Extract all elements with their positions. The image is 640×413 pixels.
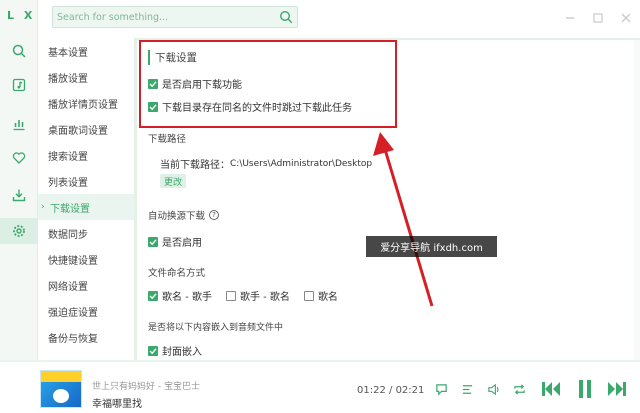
menu-item-desktop-lyric[interactable]: 桌面歌词设置 — [38, 116, 134, 142]
nav-settings[interactable] — [0, 218, 38, 244]
menu-item-download[interactable]: › 下载设置 — [38, 194, 134, 220]
menu-item-network[interactable]: 网络设置 — [38, 272, 134, 298]
watermark: 爱分享导航 ifxdh.com — [366, 236, 497, 257]
menu-item-search[interactable]: 搜索设置 — [38, 142, 134, 168]
download-path-row: 当前下载路径： C:\Users\Administrator\Desktop — [148, 156, 373, 172]
naming-option-1[interactable]: 歌名 - 歌手 — [162, 288, 212, 303]
window-controls — [556, 0, 640, 36]
close-button[interactable] — [612, 0, 640, 36]
chart-bars-icon — [13, 120, 25, 131]
nav-search[interactable] — [0, 38, 38, 64]
embed-title: 是否将以下内容嵌入到音频文件中 — [148, 323, 284, 333]
search-button[interactable] — [279, 10, 293, 27]
previous-button[interactable] — [540, 380, 562, 398]
player-bar: 世上只有妈妈好 - 宝宝巴士 幸福哪里找 01:22 / 02:21 — [0, 360, 640, 413]
annotation-arrow — [373, 132, 434, 307]
naming-option-1-checkbox[interactable] — [148, 290, 158, 301]
close-icon — [621, 13, 631, 23]
menu-item-backup[interactable]: 备份与恢复 — [38, 324, 134, 350]
menu-item-play-detail[interactable]: 播放详情页设置 — [38, 90, 134, 116]
song-name: 幸福哪里找 — [92, 399, 142, 410]
naming-option-3[interactable]: 歌名 — [318, 288, 338, 303]
menu-item-list[interactable]: 列表设置 — [38, 168, 134, 194]
check-icon — [149, 238, 157, 245]
naming-option-3-checkbox[interactable] — [303, 290, 314, 301]
song-title: 世上只有妈妈好 - 宝宝巴士 — [92, 382, 200, 392]
app-logo: L X — [7, 9, 36, 22]
nav-leaderboard[interactable] — [0, 111, 38, 137]
download-icon — [12, 189, 26, 202]
maximize-icon — [593, 13, 603, 23]
chevron-right-icon: › — [41, 202, 45, 212]
play-mode-button[interactable] — [510, 380, 528, 398]
menu-item-ocd[interactable]: 强迫症设置 — [38, 298, 134, 324]
content-scrollbar[interactable] — [634, 40, 640, 360]
gear-icon — [13, 225, 25, 237]
embed-cover-option[interactable]: 封面嵌入 — [148, 343, 202, 358]
search-icon — [279, 10, 293, 24]
lyric-icon — [462, 384, 472, 394]
auto-source-checkbox[interactable] — [148, 236, 158, 247]
next-icon — [608, 382, 626, 396]
volume-icon — [487, 383, 498, 395]
maximize-button[interactable] — [584, 0, 612, 36]
current-time: 01:22 — [357, 385, 386, 396]
repeat-icon — [513, 383, 525, 395]
lyric-button[interactable] — [458, 380, 476, 398]
help-icon[interactable]: ? — [209, 210, 220, 220]
previous-icon — [542, 382, 560, 396]
menu-divider — [134, 38, 137, 360]
search-box[interactable]: Search for something... — [52, 6, 298, 28]
search-icon — [12, 44, 26, 58]
left-nav-bar: L X — [0, 0, 38, 360]
change-path-button[interactable]: 更改 — [160, 174, 187, 188]
minimize-icon — [566, 17, 574, 19]
highlight-box — [139, 40, 397, 128]
naming-option-2[interactable]: 歌手 - 歌名 — [240, 288, 290, 303]
search-input[interactable]: Search for something... — [57, 12, 168, 23]
settings-menu: 基本设置 播放设置 播放详情页设置 桌面歌词设置 搜索设置 列表设置 › 下载设置… — [38, 38, 134, 360]
download-path-label: 当前下载路径： — [160, 160, 230, 171]
check-icon — [149, 292, 157, 299]
album-cover[interactable] — [40, 370, 82, 408]
next-button[interactable] — [606, 380, 628, 398]
nav-song-list[interactable] — [0, 72, 38, 98]
top-bar: Search for something... — [38, 0, 640, 36]
comment-button[interactable] — [432, 380, 450, 398]
menu-item-play[interactable]: 播放设置 — [38, 64, 134, 90]
play-time: 01:22 / 02:21 — [357, 385, 425, 396]
download-path-value: C:\Users\Administrator\Desktop — [230, 158, 373, 169]
menu-item-basic[interactable]: 基本设置 — [38, 38, 134, 64]
menu-item-hotkey[interactable]: 快捷键设置 — [38, 246, 134, 272]
auto-source-option[interactable]: 是否启用 — [148, 234, 202, 249]
download-path-title: 下载路径 — [148, 134, 187, 145]
nav-favorites[interactable] — [0, 145, 38, 171]
nav-download[interactable] — [0, 182, 38, 208]
check-icon — [149, 347, 157, 354]
naming-option-2-checkbox[interactable] — [225, 290, 236, 301]
auto-source-title: 自动换源下载 ? — [148, 208, 220, 222]
menu-item-sync[interactable]: 数据同步 — [38, 220, 134, 246]
progress-track[interactable] — [0, 360, 640, 362]
embed-cover-checkbox[interactable] — [148, 345, 158, 356]
volume-button[interactable] — [484, 380, 502, 398]
heart-icon — [12, 152, 26, 164]
pause-icon — [579, 380, 591, 398]
minimize-button[interactable] — [556, 0, 584, 36]
music-list-icon — [12, 78, 26, 92]
file-naming-options: 歌名 - 歌手 歌手 - 歌名 歌名 — [148, 288, 338, 303]
pause-button[interactable] — [576, 380, 594, 398]
change-path-row: 更改 — [160, 174, 187, 188]
total-time: 02:21 — [395, 385, 425, 396]
comment-icon — [435, 383, 447, 396]
file-naming-title: 文件命名方式 — [148, 268, 206, 279]
